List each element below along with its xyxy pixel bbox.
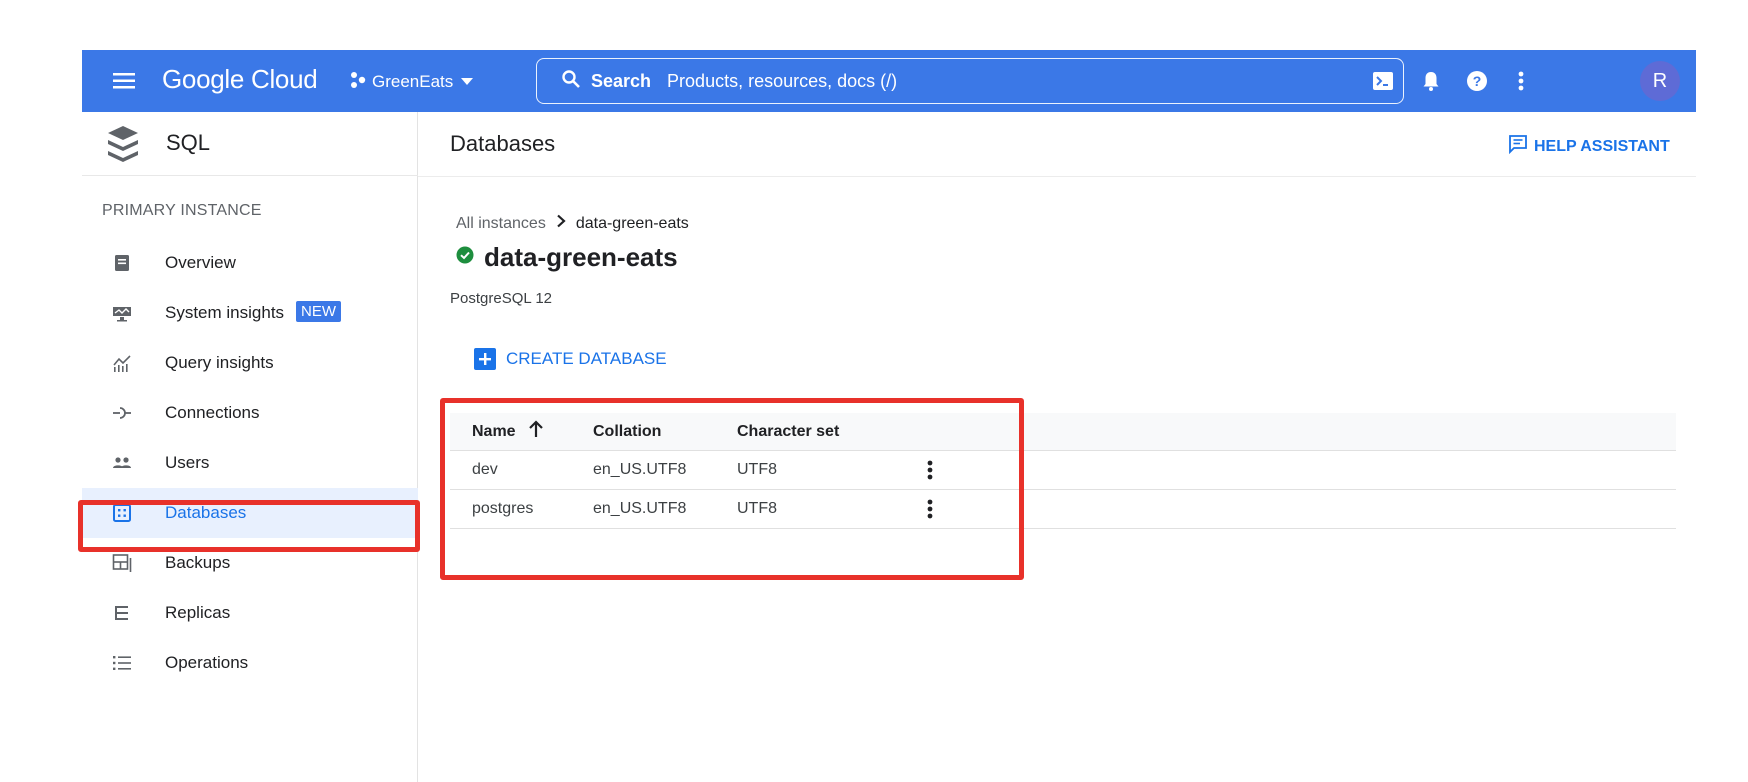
column-header-label: Name <box>472 422 516 440</box>
page-title: Databases <box>450 131 556 156</box>
status-check-icon <box>456 246 474 269</box>
notifications-bell-icon[interactable] <box>1418 68 1444 94</box>
sort-ascending-icon[interactable] <box>528 420 544 443</box>
sidebar-item-label: Users <box>165 453 210 472</box>
sidebar-item-label: Replicas <box>165 603 231 622</box>
help-assistant-button[interactable]: HELP ASSISTANT <box>1508 134 1670 159</box>
table-row: postgres en_US.UTF8 UTF8 <box>450 490 1676 529</box>
sidebar-item-label: Backups <box>165 553 231 572</box>
cell-name: postgres <box>472 500 534 517</box>
column-header-name[interactable]: Name <box>472 413 544 450</box>
product-header: SQL <box>82 112 418 176</box>
table-row: dev en_US.UTF8 UTF8 <box>450 451 1676 490</box>
avatar-letter: R <box>1652 69 1668 92</box>
sidebar-item-operations[interactable]: Operations <box>82 638 418 688</box>
sidebar-item-connections[interactable]: Connections <box>82 388 418 438</box>
sidebar-item-label: Databases <box>165 503 247 522</box>
user-avatar[interactable]: R <box>1640 61 1680 101</box>
project-icon <box>350 71 366 94</box>
chat-icon <box>1508 134 1528 159</box>
sidebar-item-replicas[interactable]: Replicas <box>82 588 418 638</box>
product-name: SQL <box>166 130 211 155</box>
sidebar: SQL PRIMARY INSTANCE Overview System ins… <box>82 112 418 782</box>
column-header-label: Character set <box>737 422 840 440</box>
column-header-collation: Collation <box>593 413 661 450</box>
query-insights-icon <box>112 353 132 373</box>
top-bar: Google Cloud GreenEats Search Products, … <box>82 50 1696 112</box>
breadcrumb: All instances data-green-eats <box>456 214 689 233</box>
system-insights-icon <box>112 303 132 323</box>
sidebar-item-label: System insights <box>165 303 285 322</box>
cell-collation: en_US.UTF8 <box>593 461 687 478</box>
hamburger-menu-icon[interactable] <box>110 67 138 95</box>
sidebar-item-users[interactable]: Users <box>82 438 418 488</box>
sidebar-item-label: Connections <box>165 403 260 422</box>
search-bar[interactable]: Search Products, resources, docs (/) <box>536 58 1404 104</box>
instance-title: data-green-eats <box>456 242 678 273</box>
sidebar-item-label: Query insights <box>165 353 274 372</box>
connections-icon <box>112 403 132 423</box>
row-actions-more-icon[interactable] <box>920 490 940 528</box>
sidebar-item-system-insights[interactable]: System insights NEW <box>82 288 418 338</box>
search-icon <box>561 69 581 94</box>
search-placeholder: Products, resources, docs (/) <box>667 70 898 91</box>
cell-name: dev <box>472 461 498 478</box>
svg-text:?: ? <box>1473 73 1482 89</box>
section-label: PRIMARY INSTANCE <box>102 202 262 219</box>
sidebar-item-query-insights[interactable]: Query insights <box>82 338 418 388</box>
cell-collation: en_US.UTF8 <box>593 500 687 517</box>
search-label: Search <box>591 70 652 91</box>
databases-table: Name Collation Character set dev en_US.U… <box>450 413 1676 529</box>
create-database-label: CREATE DATABASE <box>506 349 667 368</box>
breadcrumb-current: data-green-eats <box>575 214 689 232</box>
help-icon[interactable]: ? <box>1464 68 1490 94</box>
cloud-shell-icon[interactable] <box>1370 68 1396 94</box>
sql-product-icon <box>106 124 140 164</box>
sidebar-item-label: Overview <box>165 253 236 272</box>
databases-icon <box>112 503 132 523</box>
more-vert-icon[interactable] <box>1508 68 1534 94</box>
google-cloud-logo[interactable]: Google Cloud <box>162 64 318 95</box>
instance-name: data-green-eats <box>484 242 678 272</box>
new-badge: NEW <box>296 301 341 322</box>
chevron-down-icon <box>459 72 475 92</box>
sidebar-item-databases[interactable]: Databases <box>82 488 418 538</box>
sidebar-item-backups[interactable]: Backups <box>82 538 418 588</box>
overview-icon <box>112 253 132 273</box>
sidebar-item-overview[interactable]: Overview <box>82 238 418 288</box>
project-name: GreenEats <box>372 72 454 91</box>
users-icon <box>112 453 132 473</box>
backups-icon <box>112 553 132 573</box>
breadcrumb-all-instances[interactable]: All instances <box>456 215 546 233</box>
cell-charset: UTF8 <box>737 461 777 478</box>
sidebar-item-label: Operations <box>165 653 249 672</box>
chevron-right-icon <box>556 214 566 233</box>
column-header-label: Collation <box>593 422 662 440</box>
add-icon <box>474 348 496 370</box>
help-assistant-label: HELP ASSISTANT <box>1534 137 1670 155</box>
row-actions-more-icon[interactable] <box>920 451 940 489</box>
instance-version: PostgreSQL 12 <box>450 290 553 307</box>
replicas-icon <box>112 603 132 623</box>
create-database-button[interactable]: CREATE DATABASE <box>474 348 667 370</box>
column-header-charset: Character set <box>737 413 839 450</box>
table-header: Name Collation Character set <box>450 413 1676 451</box>
header-divider <box>418 176 1696 177</box>
project-selector[interactable]: GreenEats <box>350 68 475 96</box>
operations-icon <box>112 653 132 673</box>
cell-charset: UTF8 <box>737 500 777 517</box>
